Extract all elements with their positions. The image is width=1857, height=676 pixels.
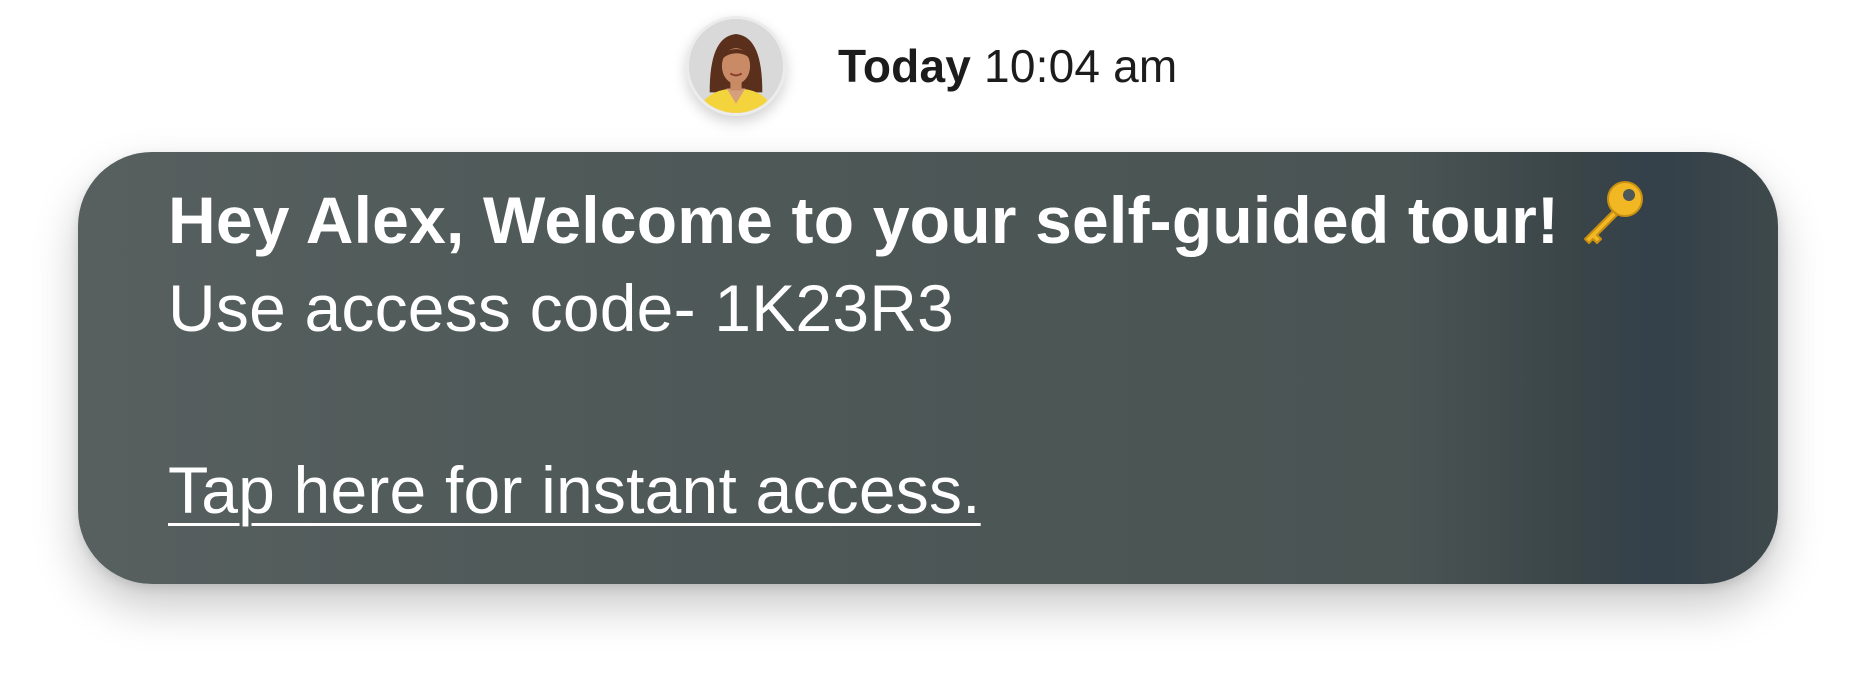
sender-avatar[interactable] (686, 16, 786, 116)
timestamp-time: 10:04 am (984, 40, 1178, 92)
message-timestamp: Today 10:04 am (838, 39, 1177, 93)
notification-stage: Today 10:04 am Hey Alex, Welcome to your… (0, 0, 1857, 676)
timestamp-day: Today (838, 40, 972, 92)
message-header: Today 10:04 am (686, 14, 1177, 118)
greeting-text: Hey Alex, Welcome to your self-guided to… (168, 183, 1560, 257)
instant-access-link[interactable]: Tap here for instant access. (168, 452, 981, 528)
message-bubble[interactable]: Hey Alex, Welcome to your self-guided to… (78, 152, 1778, 584)
greeting-line: Hey Alex, Welcome to your self-guided to… (168, 180, 1649, 263)
access-code-line: Use access code- 1K23R3 (168, 271, 954, 345)
key-icon (1575, 177, 1649, 251)
avatar-portrait-icon (689, 19, 783, 113)
